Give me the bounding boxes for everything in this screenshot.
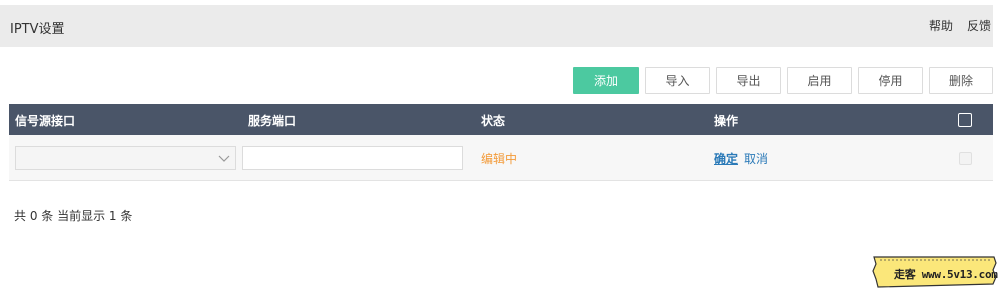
watermark-badge: 走客 www.5v13.com [872,255,998,289]
column-header-actions: 操作 [714,114,739,128]
export-button[interactable]: 导出 [716,67,781,94]
page-header: IPTV设置 帮助 反馈 [0,5,993,47]
add-button[interactable]: 添加 [573,67,639,94]
iptv-table: 信号源接口 服务端口 状态 操作 编辑中 确定 取消 [9,104,993,181]
page-title: IPTV设置 [10,22,65,37]
service-port-input[interactable] [242,146,463,170]
help-link[interactable]: 帮助 [929,19,953,33]
badge-text: 走客 www.5v13.com [894,268,998,281]
source-interface-select[interactable] [15,146,236,170]
table-row: 编辑中 确定 取消 [9,135,993,181]
column-header-source: 信号源接口 [15,114,76,128]
disable-button[interactable]: 停用 [858,67,923,94]
chevron-down-icon [218,155,230,162]
enable-button[interactable]: 启用 [787,67,852,94]
delete-button[interactable]: 删除 [929,67,993,94]
import-button[interactable]: 导入 [645,67,710,94]
row-actions: 确定 取消 [714,150,768,167]
cancel-link[interactable]: 取消 [744,152,768,166]
row-checkbox[interactable] [959,152,972,165]
column-header-service-port: 服务端口 [248,114,297,128]
header-links: 帮助 反馈 [915,17,991,34]
toolbar: 添加 导入 导出 启用 停用 删除 [573,67,993,94]
confirm-link[interactable]: 确定 [714,152,738,166]
pagination-summary: 共 0 条 当前显示 1 条 [14,209,133,223]
select-all-checkbox[interactable] [958,113,972,127]
status-text: 编辑中 [481,152,518,166]
column-header-status: 状态 [481,114,506,128]
table-header: 信号源接口 服务端口 状态 操作 [9,104,993,135]
feedback-link[interactable]: 反馈 [967,19,991,33]
